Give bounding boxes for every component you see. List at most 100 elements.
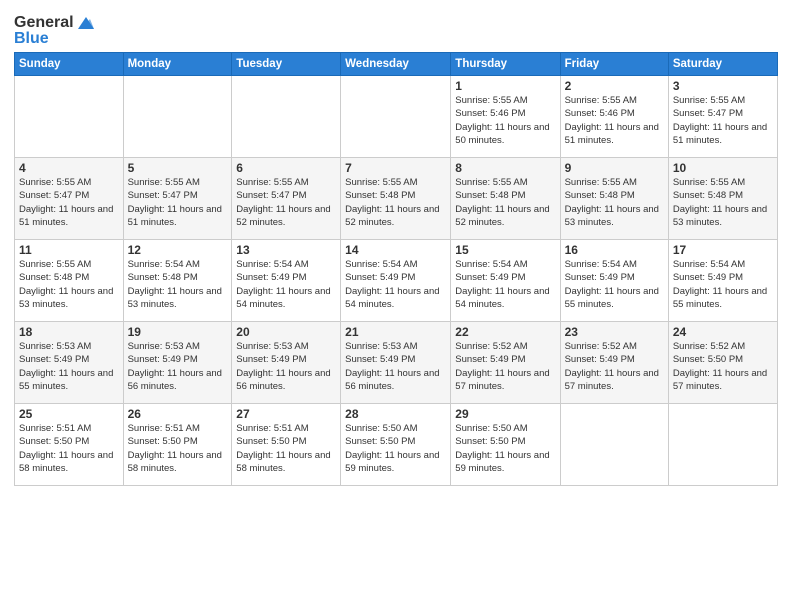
day-number: 29: [455, 407, 555, 421]
day-number: 3: [673, 79, 773, 93]
header: General Blue: [14, 10, 778, 48]
calendar-cell: 9Sunrise: 5:55 AM Sunset: 5:48 PM Daylig…: [560, 158, 668, 240]
calendar-cell: 7Sunrise: 5:55 AM Sunset: 5:48 PM Daylig…: [341, 158, 451, 240]
calendar-day-header: Sunday: [15, 53, 124, 76]
day-number: 22: [455, 325, 555, 339]
calendar-day-header: Monday: [123, 53, 232, 76]
day-info: Sunrise: 5:55 AM Sunset: 5:47 PM Dayligh…: [128, 176, 228, 229]
day-info: Sunrise: 5:52 AM Sunset: 5:49 PM Dayligh…: [455, 340, 555, 393]
calendar-week-row: 11Sunrise: 5:55 AM Sunset: 5:48 PM Dayli…: [15, 240, 778, 322]
logo-icon: [76, 15, 96, 31]
day-number: 23: [565, 325, 664, 339]
day-info: Sunrise: 5:55 AM Sunset: 5:46 PM Dayligh…: [455, 94, 555, 147]
day-number: 6: [236, 161, 336, 175]
day-info: Sunrise: 5:50 AM Sunset: 5:50 PM Dayligh…: [345, 422, 446, 475]
calendar-cell: 8Sunrise: 5:55 AM Sunset: 5:48 PM Daylig…: [451, 158, 560, 240]
calendar-cell: 24Sunrise: 5:52 AM Sunset: 5:50 PM Dayli…: [668, 322, 777, 404]
calendar-cell: 14Sunrise: 5:54 AM Sunset: 5:49 PM Dayli…: [341, 240, 451, 322]
day-info: Sunrise: 5:50 AM Sunset: 5:50 PM Dayligh…: [455, 422, 555, 475]
calendar-day-header: Thursday: [451, 53, 560, 76]
day-info: Sunrise: 5:51 AM Sunset: 5:50 PM Dayligh…: [128, 422, 228, 475]
calendar-cell: 29Sunrise: 5:50 AM Sunset: 5:50 PM Dayli…: [451, 404, 560, 486]
logo: General Blue: [14, 14, 96, 48]
day-info: Sunrise: 5:52 AM Sunset: 5:49 PM Dayligh…: [565, 340, 664, 393]
day-info: Sunrise: 5:52 AM Sunset: 5:50 PM Dayligh…: [673, 340, 773, 393]
day-number: 17: [673, 243, 773, 257]
calendar-cell: 6Sunrise: 5:55 AM Sunset: 5:47 PM Daylig…: [232, 158, 341, 240]
calendar-cell: 16Sunrise: 5:54 AM Sunset: 5:49 PM Dayli…: [560, 240, 668, 322]
day-info: Sunrise: 5:55 AM Sunset: 5:47 PM Dayligh…: [19, 176, 119, 229]
day-number: 9: [565, 161, 664, 175]
day-info: Sunrise: 5:54 AM Sunset: 5:49 PM Dayligh…: [345, 258, 446, 311]
calendar-cell: 1Sunrise: 5:55 AM Sunset: 5:46 PM Daylig…: [451, 76, 560, 158]
calendar-cell: 4Sunrise: 5:55 AM Sunset: 5:47 PM Daylig…: [15, 158, 124, 240]
day-info: Sunrise: 5:53 AM Sunset: 5:49 PM Dayligh…: [345, 340, 446, 393]
day-number: 1: [455, 79, 555, 93]
calendar-week-row: 25Sunrise: 5:51 AM Sunset: 5:50 PM Dayli…: [15, 404, 778, 486]
day-number: 18: [19, 325, 119, 339]
calendar-week-row: 18Sunrise: 5:53 AM Sunset: 5:49 PM Dayli…: [15, 322, 778, 404]
day-info: Sunrise: 5:54 AM Sunset: 5:49 PM Dayligh…: [236, 258, 336, 311]
day-number: 4: [19, 161, 119, 175]
calendar-week-row: 1Sunrise: 5:55 AM Sunset: 5:46 PM Daylig…: [15, 76, 778, 158]
calendar-cell: [123, 76, 232, 158]
day-info: Sunrise: 5:53 AM Sunset: 5:49 PM Dayligh…: [19, 340, 119, 393]
calendar-cell: 28Sunrise: 5:50 AM Sunset: 5:50 PM Dayli…: [341, 404, 451, 486]
calendar-cell: 25Sunrise: 5:51 AM Sunset: 5:50 PM Dayli…: [15, 404, 124, 486]
calendar-cell: 15Sunrise: 5:54 AM Sunset: 5:49 PM Dayli…: [451, 240, 560, 322]
calendar-cell: 18Sunrise: 5:53 AM Sunset: 5:49 PM Dayli…: [15, 322, 124, 404]
day-info: Sunrise: 5:55 AM Sunset: 5:48 PM Dayligh…: [455, 176, 555, 229]
day-number: 10: [673, 161, 773, 175]
day-number: 21: [345, 325, 446, 339]
day-number: 13: [236, 243, 336, 257]
day-number: 15: [455, 243, 555, 257]
calendar-cell: 21Sunrise: 5:53 AM Sunset: 5:49 PM Dayli…: [341, 322, 451, 404]
day-info: Sunrise: 5:55 AM Sunset: 5:46 PM Dayligh…: [565, 94, 664, 147]
logo-blue-text: Blue: [14, 30, 96, 48]
day-number: 19: [128, 325, 228, 339]
calendar-cell: 26Sunrise: 5:51 AM Sunset: 5:50 PM Dayli…: [123, 404, 232, 486]
calendar-cell: 20Sunrise: 5:53 AM Sunset: 5:49 PM Dayli…: [232, 322, 341, 404]
day-info: Sunrise: 5:51 AM Sunset: 5:50 PM Dayligh…: [236, 422, 336, 475]
day-info: Sunrise: 5:55 AM Sunset: 5:48 PM Dayligh…: [345, 176, 446, 229]
calendar-cell: 22Sunrise: 5:52 AM Sunset: 5:49 PM Dayli…: [451, 322, 560, 404]
calendar-cell: 27Sunrise: 5:51 AM Sunset: 5:50 PM Dayli…: [232, 404, 341, 486]
calendar-cell: [560, 404, 668, 486]
day-number: 5: [128, 161, 228, 175]
day-number: 16: [565, 243, 664, 257]
calendar-cell: 3Sunrise: 5:55 AM Sunset: 5:47 PM Daylig…: [668, 76, 777, 158]
day-info: Sunrise: 5:55 AM Sunset: 5:47 PM Dayligh…: [673, 94, 773, 147]
calendar-day-header: Saturday: [668, 53, 777, 76]
day-number: 25: [19, 407, 119, 421]
day-number: 28: [345, 407, 446, 421]
day-info: Sunrise: 5:55 AM Sunset: 5:48 PM Dayligh…: [19, 258, 119, 311]
day-number: 8: [455, 161, 555, 175]
calendar-cell: 23Sunrise: 5:52 AM Sunset: 5:49 PM Dayli…: [560, 322, 668, 404]
calendar-cell: 2Sunrise: 5:55 AM Sunset: 5:46 PM Daylig…: [560, 76, 668, 158]
calendar-day-header: Tuesday: [232, 53, 341, 76]
calendar-day-header: Wednesday: [341, 53, 451, 76]
day-info: Sunrise: 5:54 AM Sunset: 5:49 PM Dayligh…: [673, 258, 773, 311]
calendar-cell: 19Sunrise: 5:53 AM Sunset: 5:49 PM Dayli…: [123, 322, 232, 404]
day-number: 24: [673, 325, 773, 339]
day-number: 2: [565, 79, 664, 93]
calendar-header-row: SundayMondayTuesdayWednesdayThursdayFrid…: [15, 53, 778, 76]
day-info: Sunrise: 5:55 AM Sunset: 5:47 PM Dayligh…: [236, 176, 336, 229]
calendar-cell: 13Sunrise: 5:54 AM Sunset: 5:49 PM Dayli…: [232, 240, 341, 322]
day-number: 14: [345, 243, 446, 257]
day-number: 27: [236, 407, 336, 421]
calendar-cell: 10Sunrise: 5:55 AM Sunset: 5:48 PM Dayli…: [668, 158, 777, 240]
day-info: Sunrise: 5:51 AM Sunset: 5:50 PM Dayligh…: [19, 422, 119, 475]
calendar-cell: [668, 404, 777, 486]
calendar-cell: 11Sunrise: 5:55 AM Sunset: 5:48 PM Dayli…: [15, 240, 124, 322]
calendar-cell: 17Sunrise: 5:54 AM Sunset: 5:49 PM Dayli…: [668, 240, 777, 322]
day-info: Sunrise: 5:53 AM Sunset: 5:49 PM Dayligh…: [236, 340, 336, 393]
calendar-cell: 5Sunrise: 5:55 AM Sunset: 5:47 PM Daylig…: [123, 158, 232, 240]
day-number: 11: [19, 243, 119, 257]
calendar-cell: [15, 76, 124, 158]
calendar-week-row: 4Sunrise: 5:55 AM Sunset: 5:47 PM Daylig…: [15, 158, 778, 240]
day-info: Sunrise: 5:54 AM Sunset: 5:48 PM Dayligh…: [128, 258, 228, 311]
day-info: Sunrise: 5:55 AM Sunset: 5:48 PM Dayligh…: [565, 176, 664, 229]
day-number: 7: [345, 161, 446, 175]
day-number: 26: [128, 407, 228, 421]
